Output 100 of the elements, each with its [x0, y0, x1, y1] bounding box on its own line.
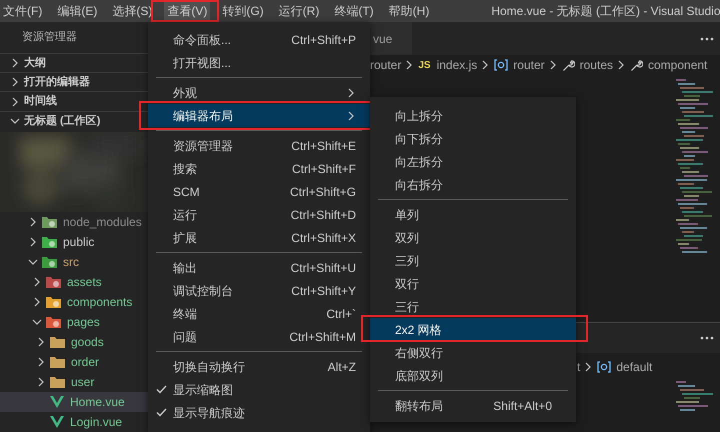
menu-item[interactable]: 输出 Ctrl+Shift+U [148, 256, 370, 279]
menu-item[interactable]: 翻转布局 Shift+Alt+0 [370, 394, 576, 417]
vue-icon [50, 396, 64, 408]
menu-item[interactable]: 底部双列 [370, 364, 576, 387]
menu-item[interactable]: 双行 [370, 272, 576, 295]
tree-item[interactable]: assets [0, 272, 148, 292]
tree-label: Login.vue [70, 414, 122, 431]
file-type-tag: JS [418, 58, 431, 72]
tree-label: node_modules [63, 214, 142, 231]
tree-label: src [63, 254, 79, 271]
folder-icon [46, 296, 61, 308]
tree-item[interactable]: components [0, 292, 148, 312]
tree-label: public [63, 234, 94, 251]
wrench-icon [562, 58, 575, 72]
variable-icon [597, 361, 612, 373]
shortcut-text: Ctrl+` [326, 306, 356, 322]
tree-label: pages [67, 314, 100, 331]
menu-item[interactable]: 外观 [148, 81, 370, 104]
chevron-right-icon [346, 110, 356, 120]
folder-icon [50, 356, 65, 368]
menu-item[interactable]: 显示缩略图 [148, 378, 370, 401]
shortcut-text: Shift+Alt+0 [493, 398, 552, 414]
more-icon[interactable] [700, 336, 714, 340]
menu-item[interactable]: 三行 [370, 295, 576, 318]
tree-label: components [67, 294, 132, 311]
editor-tab[interactable]: vue [370, 22, 412, 55]
menu-item[interactable]: SCM Ctrl+Shift+G [148, 180, 370, 203]
breadcrumb-item[interactable]: index.js [436, 56, 478, 74]
breadcrumb-item[interactable]: t [577, 358, 580, 376]
shortcut-text: Ctrl+Shift+P [291, 32, 356, 48]
tree-item[interactable]: order [0, 352, 148, 372]
shortcut-text: Ctrl+Shift+Y [291, 282, 356, 300]
folder-icon [50, 336, 65, 348]
folder-icon [46, 276, 61, 288]
menu-item[interactable]: 向下拆分 [370, 127, 576, 150]
menu-item[interactable]: 双列 [370, 226, 576, 249]
folder-icon [50, 376, 65, 388]
menu-bar-item[interactable]: 终端(T) [331, 0, 377, 22]
chevron-right-icon [548, 60, 558, 70]
menu-item[interactable]: 终端 Ctrl+` [148, 302, 370, 325]
menu-item[interactable]: 向上拆分 [370, 104, 576, 127]
chevron-right-icon [583, 362, 594, 372]
menu-item[interactable]: 右侧双行 [370, 341, 576, 364]
menu-item[interactable]: 向左拆分 [370, 150, 576, 173]
tree-item[interactable]: src [0, 252, 148, 272]
menu-bar-item[interactable]: 运行(R) [276, 0, 322, 22]
menu-bar-item[interactable]: 文件(F) [0, 0, 46, 22]
tree-item[interactable]: goods [0, 332, 148, 352]
breadcrumb-item[interactable]: component [648, 56, 708, 74]
menu-item[interactable]: 调试控制台 Ctrl+Shift+Y [148, 279, 370, 302]
menu-item[interactable]: 显示导航痕迹 [148, 401, 370, 424]
tree-item[interactable]: node_modules [0, 212, 148, 232]
breadcrumb-item[interactable]: router [370, 56, 402, 74]
menu-item[interactable]: 编辑器布局 [148, 104, 370, 127]
shortcut-text: Ctrl+Shift+F [292, 160, 356, 178]
menu-item[interactable]: 切换自动换行 Alt+Z [148, 355, 370, 378]
menu-item[interactable]: 命令面板... Ctrl+Shift+P [148, 28, 370, 51]
sidebar-title: 资源管理器 [22, 30, 77, 46]
menu-item[interactable]: 向右拆分 [370, 173, 576, 196]
shortcut-text: Ctrl+Shift+X [291, 230, 356, 246]
more-icon[interactable] [700, 36, 714, 40]
chevron-right-icon [616, 60, 626, 70]
shortcut-text: Ctrl+Shift+E [291, 138, 356, 154]
tree-label: Home.vue [70, 394, 125, 411]
menu-item[interactable]: 资源管理器 Ctrl+Shift+E [148, 134, 370, 157]
breadcrumb-item[interactable]: default [616, 358, 652, 376]
menu-item[interactable]: 问题 Ctrl+Shift+M [148, 325, 370, 348]
folder-icon [42, 256, 57, 268]
folder-icon [42, 236, 57, 248]
shortcut-text: Ctrl+Shift+D [290, 206, 356, 224]
vue-icon [50, 416, 64, 428]
shortcut-text: Ctrl+Shift+U [290, 260, 356, 276]
tree-item[interactable]: public [0, 232, 148, 252]
menu-item[interactable]: 扩展 Ctrl+Shift+X [148, 226, 370, 249]
menu-item[interactable]: 搜索 Ctrl+Shift+F [148, 157, 370, 180]
menu-item[interactable]: 单列 [370, 203, 576, 226]
chevron-right-icon [346, 88, 356, 98]
tree-label: user [71, 374, 94, 391]
menu-item[interactable]: 运行 Ctrl+Shift+D [148, 203, 370, 226]
tree-label: goods [71, 334, 104, 351]
wrench-icon [630, 58, 643, 72]
breadcrumb-item[interactable]: routes [580, 56, 613, 74]
variable-icon [494, 59, 508, 71]
menu-item[interactable]: 打开视图... [148, 51, 370, 74]
menu-bar-item[interactable]: 转到(G) [219, 0, 267, 22]
menu-bar-item[interactable]: 编辑(E) [54, 0, 100, 22]
tree-item[interactable]: user [0, 372, 148, 392]
tree-label: assets [67, 274, 102, 291]
tree-item[interactable]: Home.vue [0, 392, 148, 412]
menu-bar-item[interactable]: 帮助(H) [386, 0, 432, 22]
shortcut-text: Alt+Z [328, 358, 356, 376]
chevron-right-icon [404, 60, 414, 70]
breadcrumb-item[interactable]: router [513, 56, 545, 74]
tree-item[interactable]: pages [0, 312, 148, 332]
tree-item[interactable]: Login.vue [0, 412, 148, 432]
folder-icon [42, 216, 57, 228]
folder-icon [46, 316, 61, 328]
chevron-right-icon [480, 60, 490, 70]
menu-item[interactable]: 2x2 网格 [370, 318, 576, 341]
menu-item[interactable]: 三列 [370, 249, 576, 272]
